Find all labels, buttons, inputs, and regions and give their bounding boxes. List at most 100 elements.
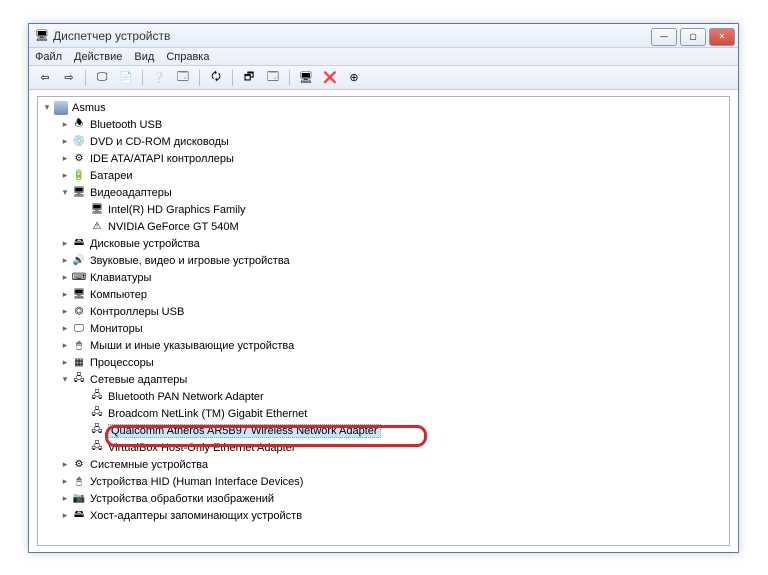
toolbar-separator — [142, 70, 143, 86]
tree-category[interactable]: ▸⚙IDE ATA/ATAPI контроллеры — [38, 150, 729, 167]
tree-category[interactable]: ▸🔊Звуковые, видео и игровые устройства — [38, 252, 729, 269]
net-icon: 🖧 — [90, 424, 104, 438]
tree-device[interactable]: 🖥Intel(R) HD Graphics Family — [38, 201, 729, 218]
tree-category[interactable]: ▸▦Процессоры — [38, 354, 729, 371]
tree-category[interactable]: ▸📷Устройства обработки изображений — [38, 490, 729, 507]
toolbar-button[interactable]: ⊕ — [344, 69, 364, 87]
tree-category[interactable]: ▸⚙Системные устройства — [38, 456, 729, 473]
expand-arrow-icon[interactable]: ▸ — [60, 358, 70, 368]
expand-arrow-icon[interactable]: ▸ — [60, 273, 70, 283]
toolbar-button[interactable]: 📄 — [116, 69, 136, 87]
toolbar-button[interactable]: 🖥 — [296, 69, 316, 87]
tree-node-label: Дисковые устройства — [90, 238, 200, 250]
tree-device[interactable]: 🖧 Qualcomm Atheros AR5B97 Wireless Networ… — [38, 422, 729, 439]
tree-category[interactable]: ▸🕭Bluetooth USB — [38, 116, 729, 133]
tree-node-label: Видеоадаптеры — [90, 187, 172, 199]
expand-arrow-icon[interactable]: ▸ — [60, 324, 70, 334]
maximize-button[interactable]: ▢ — [680, 28, 706, 46]
tree-category[interactable]: ▸🖱Мыши и иные указывающие устройства — [38, 337, 729, 354]
toolbar: ⇦⇨🖵📄❔🗔🗘🗗🗔🖥❌⊕ — [29, 66, 738, 90]
toolbar-button[interactable]: 🗘 — [206, 69, 226, 87]
titlebar[interactable]: 🖥 Диспетчер устройств — ▢ ✕ — [29, 24, 738, 48]
hid-icon: 🖰 — [72, 475, 86, 489]
expand-arrow-icon[interactable]: ▸ — [60, 256, 70, 266]
tree-category[interactable]: ▸🔋Батареи — [38, 167, 729, 184]
expand-arrow-icon[interactable]: ▸ — [60, 477, 70, 487]
tree-node-label: NVIDIA GeForce GT 540M — [108, 221, 239, 233]
net-icon: 🖧 — [90, 441, 104, 455]
tree-device[interactable]: ⚠ NVIDIA GeForce GT 540M — [38, 218, 729, 235]
device-tree[interactable]: ▾Asmus▸🕭Bluetooth USB▸💿DVD и CD-ROM диск… — [37, 96, 730, 546]
menu-action[interactable]: Действие — [74, 51, 122, 63]
bt-icon: 🕭 — [72, 118, 86, 132]
tree-device[interactable]: 🖧Bluetooth PAN Network Adapter — [38, 388, 729, 405]
menu-view[interactable]: Вид — [134, 51, 154, 63]
kb-icon: ⌨ — [72, 271, 86, 285]
collapse-arrow-icon[interactable]: ▾ — [60, 375, 70, 385]
tree-category[interactable]: ▸🖰Устройства HID (Human Interface Device… — [38, 473, 729, 490]
toolbar-button[interactable]: 🗔 — [263, 69, 283, 87]
menu-help[interactable]: Справка — [166, 51, 209, 63]
tree-category[interactable]: ▸⏣Контроллеры USB — [38, 303, 729, 320]
tree-category[interactable]: ▸🖵Мониторы — [38, 320, 729, 337]
tree-device[interactable]: 🖧 VirtualBox Host-Only Ethernet Adapter — [38, 439, 729, 456]
toolbar-separator — [289, 70, 290, 86]
expand-arrow-icon[interactable]: ▸ — [60, 494, 70, 504]
img-icon: 📷 — [72, 492, 86, 506]
tree-node-label: DVD и CD-ROM дисководы — [90, 136, 229, 148]
dvd-icon: 💿 — [72, 135, 86, 149]
tree-category[interactable]: ▸⌨Клавиатуры — [38, 269, 729, 286]
tree-node-label: Qualcomm Atheros AR5B97 Wireless Network… — [108, 424, 381, 438]
toolbar-button[interactable]: ⇨ — [59, 69, 79, 87]
collapse-arrow-icon[interactable]: ▾ — [60, 188, 70, 198]
tree-node-label: IDE ATA/ATAPI контроллеры — [90, 153, 234, 165]
toolbar-button[interactable]: ⇦ — [35, 69, 55, 87]
tree-node-label: Broadcom NetLink (TM) Gigabit Ethernet — [108, 408, 307, 420]
hdd-icon: 🖴 — [72, 237, 86, 251]
tree-node-label: VirtualBox Host-Only Ethernet Adapter — [108, 442, 296, 454]
expand-arrow-icon[interactable]: ▸ — [60, 239, 70, 249]
toolbar-button[interactable]: 🗗 — [239, 69, 259, 87]
tree-category[interactable]: ▸🖴Хост-адаптеры запоминающих устройств — [38, 507, 729, 524]
expand-arrow-icon[interactable]: ▸ — [60, 154, 70, 164]
toolbar-button[interactable]: 🖵 — [92, 69, 112, 87]
bat-icon: 🔋 — [72, 169, 86, 183]
tree-node-label: Сетевые адаптеры — [90, 374, 187, 386]
expand-arrow-icon[interactable]: ▸ — [60, 307, 70, 317]
tree-node-label: Bluetooth PAN Network Adapter — [108, 391, 264, 403]
tree-root[interactable]: ▾ Asmus — [38, 99, 729, 116]
computer-icon — [54, 101, 68, 115]
tree-node-label: Asmus — [72, 102, 106, 114]
expand-arrow-icon[interactable]: ▸ — [60, 341, 70, 351]
expand-arrow-icon[interactable]: ▸ — [60, 511, 70, 521]
tree-category[interactable]: ▸💿 DVD и CD-ROM дисководы — [38, 133, 729, 150]
expand-arrow-icon[interactable]: ▸ — [60, 290, 70, 300]
vidw-icon: ⚠ — [90, 220, 104, 234]
close-button[interactable]: ✕ — [709, 28, 735, 46]
toolbar-button[interactable]: ❌ — [320, 69, 340, 87]
minimize-button[interactable]: — — [651, 28, 677, 46]
vid-icon: 🖥 — [72, 186, 86, 200]
collapse-arrow-icon[interactable]: ▾ — [42, 103, 52, 113]
cpu-icon: ▦ — [72, 356, 86, 370]
menu-file[interactable]: Файл — [35, 51, 62, 63]
expand-arrow-icon[interactable]: ▸ — [60, 171, 70, 181]
tree-device[interactable]: 🖧Broadcom NetLink (TM) Gigabit Ethernet — [38, 405, 729, 422]
tree-category[interactable]: ▾🖥 Видеоадаптеры — [38, 184, 729, 201]
net-icon: 🖧 — [72, 373, 86, 387]
expand-arrow-icon[interactable]: ▸ — [60, 137, 70, 147]
expand-arrow-icon[interactable]: ▸ — [60, 460, 70, 470]
tree-category[interactable]: ▾🖧 Сетевые адаптеры — [38, 371, 729, 388]
menubar: Файл Действие Вид Справка — [29, 48, 738, 66]
tree-node-label: Компьютер — [90, 289, 147, 301]
expand-arrow-icon[interactable]: ▸ — [60, 120, 70, 130]
tree-category[interactable]: ▸🖴 Дисковые устройства — [38, 235, 729, 252]
toolbar-button[interactable]: 🗔 — [173, 69, 193, 87]
tree-node-label: Intel(R) HD Graphics Family — [108, 204, 246, 216]
window-controls: — ▢ ✕ — [651, 26, 738, 46]
toolbar-button[interactable]: ❔ — [149, 69, 169, 87]
toolbar-separator — [232, 70, 233, 86]
tree-node-label: Системные устройства — [90, 459, 208, 471]
tree-category[interactable]: ▸🖥Компьютер — [38, 286, 729, 303]
toolbar-separator — [85, 70, 86, 86]
